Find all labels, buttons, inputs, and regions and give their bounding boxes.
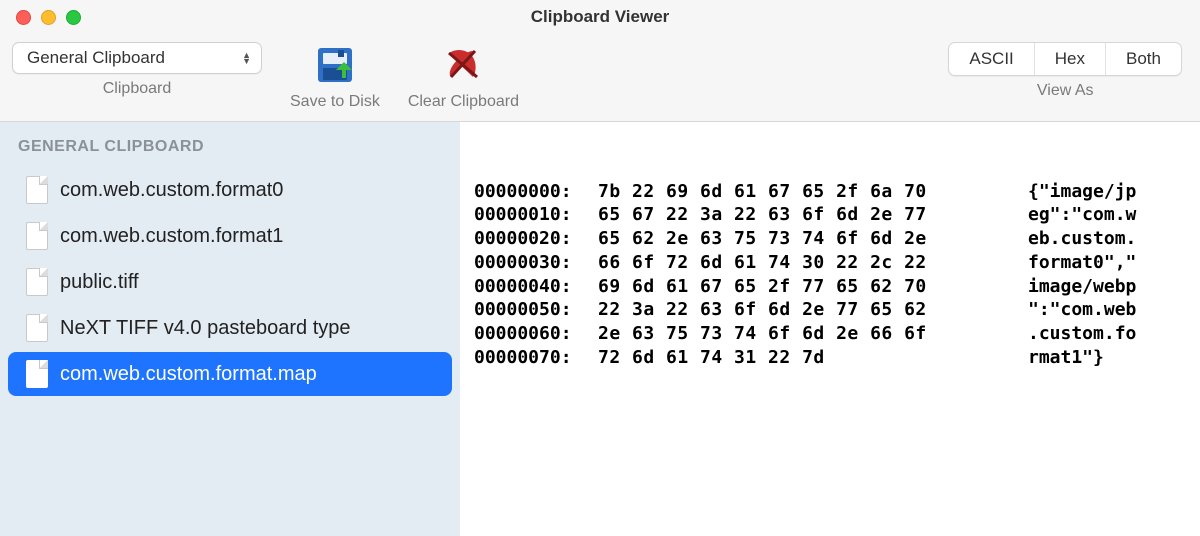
hex-bytes: 22 3a 22 63 6f 6d 2e 77 65 62 (598, 298, 1028, 322)
clipboard-select[interactable]: General Clipboard ▲▼ (12, 42, 262, 74)
x-delete-icon (443, 45, 483, 85)
hex-ascii: ":"com.web (1028, 298, 1186, 322)
hex-bytes: 7b 22 69 6d 61 67 65 2f 6a 70 (598, 180, 1028, 204)
chevron-updown-icon: ▲▼ (242, 52, 251, 64)
sidebar-item-label: com.web.custom.format1 (60, 225, 283, 248)
clipboard-select-group: General Clipboard ▲▼ Clipboard (12, 42, 262, 98)
sidebar-item[interactable]: com.web.custom.format0 (8, 168, 452, 212)
hex-bytes: 2e 63 75 73 74 6f 6d 2e 66 6f (598, 322, 1028, 346)
floppy-disk-icon (314, 44, 356, 86)
hex-row: 00000050:22 3a 22 63 6f 6d 2e 77 65 62":… (474, 298, 1186, 322)
sidebar-item-label: com.web.custom.format.map (60, 363, 317, 386)
hex-offset: 00000010: (474, 203, 598, 227)
viewas-ascii[interactable]: ASCII (949, 43, 1034, 75)
save-to-disk-button[interactable] (310, 42, 360, 87)
hex-bytes: 65 67 22 3a 22 63 6f 6d 2e 77 (598, 203, 1028, 227)
hex-ascii: image/webp (1028, 275, 1186, 299)
minimize-window-button[interactable] (41, 10, 56, 25)
hex-ascii: .custom.fo (1028, 322, 1186, 346)
hex-offset: 00000000: (474, 180, 598, 204)
hex-row: 00000070:72 6d 61 74 31 22 7drmat1"} (474, 346, 1186, 370)
zoom-window-button[interactable] (66, 10, 81, 25)
hex-bytes: 69 6d 61 67 65 2f 77 65 62 70 (598, 275, 1028, 299)
sidebar-item-label: NeXT TIFF v4.0 pasteboard type (60, 317, 351, 340)
sidebar-item[interactable]: com.web.custom.format.map (8, 352, 452, 396)
sidebar-item[interactable]: public.tiff (8, 260, 452, 304)
traffic-lights (0, 10, 81, 25)
file-icon (26, 222, 48, 250)
window-title: Clipboard Viewer (0, 7, 1200, 27)
sidebar-item-label: com.web.custom.format0 (60, 179, 283, 202)
file-icon (26, 360, 48, 388)
viewas-group: ASCII Hex Both View As (948, 42, 1182, 100)
clear-label: Clear Clipboard (408, 93, 519, 111)
sidebar-item-label: public.tiff (60, 271, 139, 294)
sidebar-item[interactable]: com.web.custom.format1 (8, 214, 452, 258)
close-window-button[interactable] (16, 10, 31, 25)
clipboard-label: Clipboard (103, 80, 171, 98)
hex-ascii: format0"," (1028, 251, 1186, 275)
file-icon (26, 314, 48, 342)
save-label: Save to Disk (290, 93, 380, 111)
hex-bytes: 66 6f 72 6d 61 74 30 22 2c 22 (598, 251, 1028, 275)
hex-offset: 00000050: (474, 298, 598, 322)
hex-offset: 00000020: (474, 227, 598, 251)
hex-row: 00000020:65 62 2e 63 75 73 74 6f 6d 2eeb… (474, 227, 1186, 251)
app-window: Clipboard Viewer General Clipboard ▲▼ Cl… (0, 0, 1200, 536)
file-icon (26, 268, 48, 296)
viewas-both[interactable]: Both (1106, 43, 1181, 75)
hex-row: 00000010:65 67 22 3a 22 63 6f 6d 2e 77eg… (474, 203, 1186, 227)
hex-offset: 00000030: (474, 251, 598, 275)
hex-ascii: {"image/jp (1028, 180, 1186, 204)
titlebar: Clipboard Viewer (0, 0, 1200, 34)
clear-group: Clear Clipboard (408, 42, 519, 111)
hex-bytes: 72 6d 61 74 31 22 7d (598, 346, 1028, 370)
toolbar: General Clipboard ▲▼ Clipboard Save to D… (0, 34, 1200, 122)
hex-offset: 00000070: (474, 346, 598, 370)
hex-row: 00000060:2e 63 75 73 74 6f 6d 2e 66 6f.c… (474, 322, 1186, 346)
hex-ascii: rmat1"} (1028, 346, 1186, 370)
clipboard-select-value: General Clipboard (27, 48, 165, 68)
content-body: GENERAL CLIPBOARD com.web.custom.format0… (0, 122, 1200, 536)
hex-view: 00000000:7b 22 69 6d 61 67 65 2f 6a 70{"… (460, 122, 1200, 536)
hex-ascii: eg":"com.w (1028, 203, 1186, 227)
clear-clipboard-button[interactable] (438, 42, 488, 87)
hex-row: 00000000:7b 22 69 6d 61 67 65 2f 6a 70{"… (474, 180, 1186, 204)
save-group: Save to Disk (290, 42, 380, 111)
viewas-segmented: ASCII Hex Both (948, 42, 1182, 76)
sidebar-item[interactable]: NeXT TIFF v4.0 pasteboard type (8, 306, 452, 350)
file-icon (26, 176, 48, 204)
sidebar-header: GENERAL CLIPBOARD (0, 132, 460, 166)
hex-offset: 00000060: (474, 322, 598, 346)
sidebar: GENERAL CLIPBOARD com.web.custom.format0… (0, 122, 460, 536)
viewas-hex[interactable]: Hex (1035, 43, 1106, 75)
hex-row: 00000040:69 6d 61 67 65 2f 77 65 62 70im… (474, 275, 1186, 299)
hex-offset: 00000040: (474, 275, 598, 299)
hex-bytes: 65 62 2e 63 75 73 74 6f 6d 2e (598, 227, 1028, 251)
hex-row: 00000030:66 6f 72 6d 61 74 30 22 2c 22fo… (474, 251, 1186, 275)
viewas-label: View As (1037, 82, 1094, 100)
hex-ascii: eb.custom. (1028, 227, 1186, 251)
